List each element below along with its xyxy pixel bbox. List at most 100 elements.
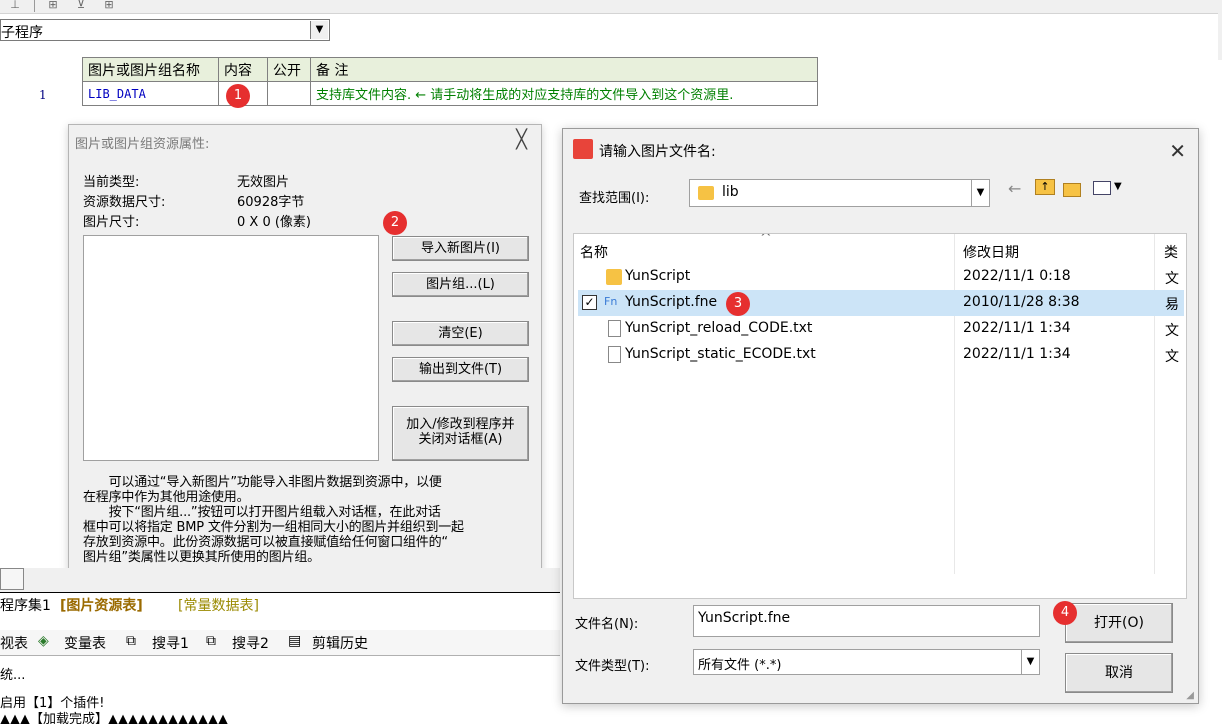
image-group-button[interactable]: 图片组...(L) (392, 272, 529, 297)
clear-button[interactable]: 清空(E) (392, 321, 529, 346)
panel-tab-variables[interactable]: 变量表 (64, 633, 106, 653)
top-toolbar: ⊥ ⊞ ⊻ ⊞ (0, 0, 1222, 14)
help-line: 在程序中作为其他用途使用。 (83, 490, 250, 505)
output-line: 统... (0, 668, 26, 683)
add-and-close-button[interactable]: 加入/修改到程序并 关闭对话框(A) (392, 406, 529, 461)
panel-tab-clip-history[interactable]: 剪辑历史 (312, 633, 368, 653)
search-icon: ⧉ (126, 633, 136, 649)
tab-image-resources[interactable]: [图片资源表] (60, 595, 143, 615)
variable-table-icon: ◈ (38, 633, 49, 649)
dialog-title: 请输入图片文件名: (599, 144, 716, 160)
file-date: 2022/11/1 1:34 (963, 346, 1071, 362)
chevron-down-icon[interactable]: ▼ (310, 21, 328, 39)
filetype-label: 文件类型(T): (575, 659, 650, 674)
field-value-size: 60928字节 (237, 195, 305, 210)
look-in-select[interactable]: lib ▼ (689, 179, 990, 207)
panel-tab-search1[interactable]: 搜寻1 (152, 633, 189, 653)
file-name: YunScript (625, 268, 691, 284)
column-header-public: 公开 (267, 57, 311, 82)
text-file-icon (608, 320, 621, 337)
output-line: ▲▲▲【加载完成】▲▲▲▲▲▲▲▲▲▲▲▲ (0, 712, 228, 724)
table-row[interactable]: LIB_DATA 支持库文件内容. ← 请手动将生成的对应支持库的文件导入到这个… (82, 81, 818, 106)
filetype-value: 所有文件 (*.*) (698, 658, 782, 673)
import-image-button[interactable]: 导入新图片(I) (392, 236, 529, 261)
folder-icon (606, 269, 622, 285)
field-label-type: 当前类型: (83, 175, 140, 190)
look-in-label: 查找范围(I): (579, 191, 650, 206)
file-row[interactable]: YunScript 2022/11/1 0:18 文 (578, 264, 1184, 290)
search-icon: ⧉ (206, 633, 216, 649)
file-type: 文 (1165, 323, 1179, 339)
up-folder-icon[interactable]: ↑ (1035, 179, 1055, 195)
help-line: 可以通过“导入新图片”功能导入非图片数据到资源中，以便 (83, 475, 442, 490)
row-number: 1 (39, 88, 47, 102)
view-menu-icon[interactable] (1093, 181, 1111, 195)
step-badge-4: 4 (1053, 601, 1077, 625)
close-icon[interactable]: ✕ (1169, 139, 1186, 163)
image-preview (83, 235, 379, 461)
table-header-row: 图片或图片组名称 内容 公开 备 注 (82, 57, 818, 82)
panel-tab-view[interactable]: 视表 (0, 633, 28, 653)
checkbox[interactable]: ✓ (582, 295, 597, 310)
routine-select-value: 子程序 (1, 25, 43, 41)
resource-properties-dialog: 图片或图片组资源属性: ╳ 当前类型: 无效图片 资源数据尺寸: 60928字节… (68, 124, 542, 586)
toolbar-icon-2[interactable]: ⊞ (44, 0, 62, 12)
field-value-type: 无效图片 (237, 175, 290, 190)
cell-remark[interactable]: 支持库文件内容. ← 请手动将生成的对应支持库的文件导入到这个资源里. (310, 81, 818, 106)
chevron-down-icon[interactable]: ▼ (971, 180, 989, 206)
folder-icon (698, 186, 714, 200)
close-icon[interactable]: ╳ (516, 131, 527, 149)
fne-file-icon: Fn (604, 295, 618, 308)
toolbar-icon-3[interactable]: ⊻ (72, 0, 90, 12)
clipboard-icon: ▤ (288, 633, 302, 649)
toolbar-icon-1[interactable]: ⊥ (6, 0, 24, 12)
dialog-title: 图片或图片组资源属性: (75, 137, 210, 152)
tab-constant-data[interactable]: [常量数据表] (178, 595, 259, 615)
right-edge (1218, 0, 1222, 60)
resize-grip-icon[interactable]: ◢ (1186, 690, 1194, 701)
help-line: 存放到资源中。此份资源数据可以被直接赋值给任何窗口组件的“ (83, 535, 448, 550)
column-header-name[interactable]: 名称 (580, 242, 608, 262)
chevron-down-icon[interactable]: ▼ (1021, 650, 1039, 674)
routine-select[interactable]: 子程序 ▼ (0, 19, 330, 41)
cell-public[interactable] (267, 81, 311, 106)
file-row-selected[interactable]: ✓ Fn YunScript.fne 2010/11/28 8:38 易 (578, 290, 1184, 316)
cancel-button[interactable]: 取消 (1065, 653, 1173, 693)
filename-input[interactable]: YunScript.fne (693, 605, 1040, 637)
sort-up-icon: ^ (760, 233, 772, 246)
new-folder-icon[interactable] (1063, 183, 1081, 197)
column-header-type[interactable]: 类 (1164, 242, 1178, 262)
text-file-icon (608, 346, 621, 363)
help-line: 按下“图片组...”按钮可以打开图片组载入对话框，在此对话 (83, 505, 441, 520)
file-date: 2022/11/1 0:18 (963, 268, 1071, 284)
column-header-name: 图片或图片组名称 (82, 57, 219, 82)
filename-label: 文件名(N): (575, 617, 639, 632)
file-row[interactable]: YunScript_static_ECODE.txt 2022/11/1 1:3… (578, 342, 1184, 368)
cell-name[interactable]: LIB_DATA (82, 81, 219, 106)
scroll-left-button[interactable] (0, 568, 24, 590)
panel-tab-search2[interactable]: 搜寻2 (232, 633, 269, 653)
tab-program-set[interactable]: 程序集1 (0, 595, 51, 615)
column-header-content: 内容 (218, 57, 268, 82)
look-in-value: lib (722, 184, 739, 200)
field-value-dimensions: 0 X 0 (像素) (237, 215, 311, 230)
file-type: 易 (1165, 297, 1179, 313)
file-name: YunScript_static_ECODE.txt (625, 346, 816, 362)
add-button-line2: 关闭对话框(A) (418, 432, 503, 447)
step-badge-2: 2 (383, 211, 407, 235)
step-badge-3: 3 (726, 292, 750, 316)
horizontal-scroll-strip (0, 568, 560, 592)
file-row[interactable]: YunScript_reload_CODE.txt 2022/11/1 1:34… (578, 316, 1184, 342)
chevron-down-icon[interactable]: ▼ (1114, 181, 1122, 192)
field-label-dimensions: 图片尺寸: (83, 215, 140, 230)
app-logo-icon (573, 139, 593, 159)
column-header-date[interactable]: 修改日期 (963, 242, 1019, 262)
field-label-size: 资源数据尺寸: (83, 195, 166, 210)
step-badge-1: 1 (226, 84, 250, 108)
back-icon[interactable]: ← (1008, 179, 1021, 198)
file-date: 2010/11/28 8:38 (963, 294, 1080, 310)
toolbar-icon-4[interactable]: ⊞ (100, 0, 118, 12)
filetype-select[interactable]: 所有文件 (*.*) ▼ (693, 649, 1040, 675)
open-button[interactable]: 打开(O) (1065, 603, 1173, 643)
export-to-file-button[interactable]: 输出到文件(T) (392, 357, 529, 382)
